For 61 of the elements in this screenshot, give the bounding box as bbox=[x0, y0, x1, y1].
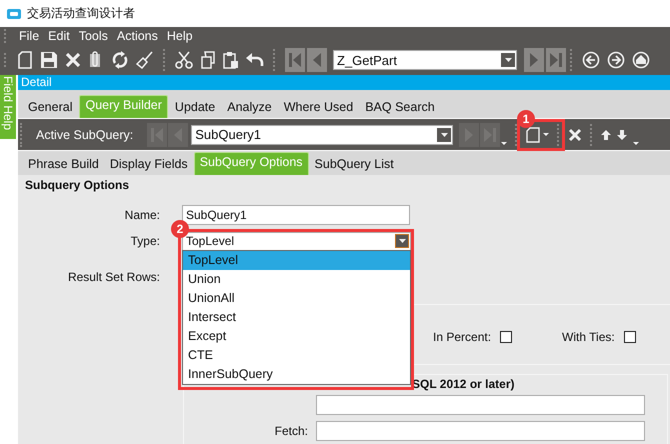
tab[interactable]: General bbox=[23, 97, 78, 118]
overflow-caret-icon[interactable] bbox=[501, 142, 508, 145]
delete-icon[interactable] bbox=[65, 52, 81, 68]
refresh-icon[interactable] bbox=[111, 51, 129, 69]
dropdown-option[interactable]: Except bbox=[183, 327, 410, 346]
detail-header: Detail bbox=[18, 75, 670, 90]
dropdown-option[interactable]: CTE bbox=[183, 346, 410, 365]
tab[interactable]: BAQ Search bbox=[360, 97, 440, 118]
query-dropdown[interactable]: Z_GetPart bbox=[333, 50, 517, 70]
new-document-icon[interactable] bbox=[526, 126, 540, 142]
move-down-icon[interactable] bbox=[617, 130, 628, 140]
active-subquery-label: Active SubQuery: bbox=[36, 128, 134, 142]
paste-icon[interactable] bbox=[223, 51, 239, 69]
move-up-icon[interactable] bbox=[601, 130, 612, 140]
field-label: Result Set Rows: bbox=[66, 270, 160, 284]
tab[interactable]: Update bbox=[170, 97, 220, 118]
checkbox[interactable] bbox=[500, 331, 512, 343]
app-icon bbox=[7, 8, 21, 18]
dropdown-option[interactable]: UnionAll bbox=[183, 289, 410, 308]
overflow-caret-icon[interactable] bbox=[633, 142, 640, 145]
caret-icon[interactable] bbox=[543, 133, 550, 136]
caret-icon bbox=[440, 132, 448, 136]
delete-icon[interactable] bbox=[568, 128, 582, 142]
dropdown-option[interactable]: Union bbox=[183, 270, 410, 289]
dropdown-option[interactable]: TopLevel bbox=[183, 251, 410, 270]
field-label: Type: bbox=[130, 234, 160, 248]
tab[interactable]: Analyze bbox=[222, 97, 277, 118]
caret-icon bbox=[398, 239, 406, 243]
dropdown-option[interactable]: InnerSubQuery bbox=[183, 365, 410, 384]
menu-item[interactable]: Actions bbox=[116, 29, 158, 43]
menu-item[interactable]: File bbox=[19, 29, 40, 43]
fetch-field[interactable] bbox=[316, 421, 645, 441]
back-icon[interactable] bbox=[582, 51, 600, 69]
section-title: Subquery Options bbox=[25, 178, 130, 194]
tab[interactable]: Where Used bbox=[278, 97, 358, 118]
dropdown-option[interactable]: Intersect bbox=[183, 308, 410, 327]
home-icon[interactable] bbox=[632, 51, 650, 69]
field-label: In Percent: bbox=[433, 330, 492, 344]
checkbox[interactable] bbox=[624, 331, 636, 343]
broom-icon[interactable] bbox=[136, 51, 154, 69]
type-dropdown[interactable]: TopLevel bbox=[182, 232, 411, 250]
tab[interactable]: Phrase Build bbox=[23, 154, 104, 175]
field-label: Name: bbox=[124, 208, 160, 222]
field-label: With Ties: bbox=[562, 330, 615, 344]
forward-icon[interactable] bbox=[607, 51, 625, 69]
name-field[interactable]: SubQuery1 bbox=[182, 205, 410, 225]
new-document-icon[interactable] bbox=[17, 51, 33, 69]
tab[interactable]: SubQuery List bbox=[310, 154, 399, 175]
subquery-dropdown[interactable]: SubQuery1 bbox=[191, 124, 454, 144]
menu-item[interactable]: Edit bbox=[48, 29, 70, 43]
caret-icon bbox=[504, 58, 512, 62]
save-icon[interactable] bbox=[40, 51, 58, 69]
window-title: 交易活动查询设计者 bbox=[27, 5, 135, 22]
menu-item[interactable]: Tools bbox=[78, 29, 108, 43]
copy-icon[interactable] bbox=[200, 51, 216, 69]
undo-icon[interactable] bbox=[246, 52, 264, 68]
cut-icon[interactable] bbox=[175, 51, 193, 69]
field-label: Fetch: bbox=[274, 424, 308, 438]
tab[interactable]: Display Fields bbox=[104, 154, 193, 175]
menu-item[interactable]: Help bbox=[166, 29, 193, 43]
input-field[interactable] bbox=[316, 395, 645, 415]
